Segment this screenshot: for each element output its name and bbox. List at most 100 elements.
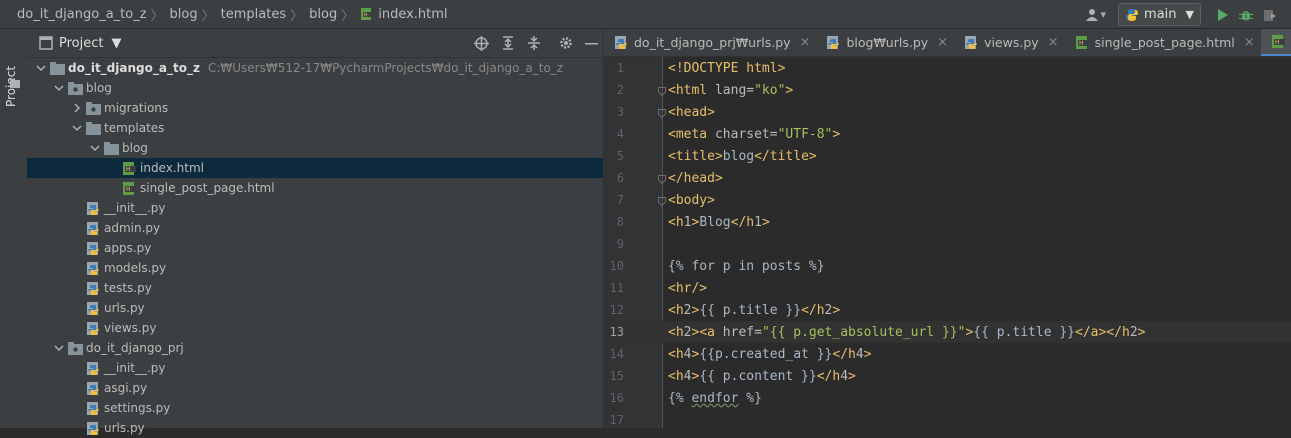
fold-marker-icon[interactable] — [658, 85, 666, 93]
editor-tab[interactable]: do_it_django_prj₩urls.py× — [604, 29, 816, 57]
fold-marker-icon[interactable] — [658, 107, 666, 115]
code-line[interactable]: 9 — [604, 233, 1291, 255]
breadcrumb-item[interactable]: blog〉 — [309, 5, 360, 24]
tree-item-label: blog — [122, 141, 148, 155]
breadcrumb-item[interactable]: blog〉 — [170, 5, 221, 24]
editor-tab[interactable]: Hindex.html× — [1261, 29, 1291, 57]
editor-tab[interactable]: blog₩urls.py× — [816, 29, 954, 57]
code-line[interactable]: 12<h2>{{ p.title }}</h2> — [604, 299, 1291, 321]
locate-button[interactable] — [474, 36, 489, 51]
breadcrumb-item[interactable]: templates〉 — [221, 5, 309, 24]
project-view-selector[interactable]: Project ▼ — [39, 36, 121, 51]
code-line[interactable]: 1<!DOCTYPE html> — [604, 57, 1291, 79]
expand-all-button[interactable] — [501, 36, 515, 50]
svg-text:H: H — [1079, 40, 1084, 47]
tree-item-label: apps.py — [104, 241, 151, 255]
tree-item[interactable]: models.py — [27, 258, 604, 278]
tree-item[interactable]: blog — [27, 78, 604, 98]
tree-item[interactable]: __init__.py — [27, 198, 604, 218]
svg-text:H: H — [126, 166, 131, 173]
code-line[interactable]: 2<html lang="ko"> — [604, 79, 1291, 101]
expand-toggle[interactable] — [87, 143, 103, 153]
chevron-down-icon[interactable] — [36, 63, 46, 73]
code-line[interactable]: 3<head> — [604, 101, 1291, 123]
user-menu-button[interactable]: ▾ — [1085, 8, 1107, 21]
code-line[interactable]: 15<h4>{{ p.content }}</h4> — [604, 365, 1291, 387]
line-number: 9 — [604, 237, 624, 251]
tree-item[interactable]: Hindex.html — [27, 158, 604, 178]
breadcrumb-label: do_it_django_a_to_z — [17, 7, 147, 22]
tree-item[interactable]: templates — [27, 118, 604, 138]
code-text: <head> — [668, 105, 715, 120]
tree-item[interactable]: do_it_django_prj — [27, 338, 604, 358]
code-line[interactable]: 16{% endfor %} — [604, 387, 1291, 409]
tree-item[interactable]: __init__.py — [27, 358, 604, 378]
code-editor[interactable]: 1<!DOCTYPE html>2<html lang="ko">3<head>… — [604, 57, 1291, 428]
editor-tab[interactable]: Hsingle_post_page.html× — [1065, 29, 1261, 57]
tree-item[interactable]: asgi.py — [27, 378, 604, 398]
tree-item[interactable]: admin.py — [27, 218, 604, 238]
code-text: <!DOCTYPE html> — [668, 61, 785, 76]
editor-tab[interactable]: views.py× — [954, 29, 1065, 57]
tree-item[interactable]: migrations — [27, 98, 604, 118]
chevron-down-icon[interactable] — [54, 343, 64, 353]
run-configuration-select[interactable]: main ▼ — [1118, 3, 1201, 26]
breadcrumb-label: templates — [221, 7, 286, 22]
expand-toggle[interactable] — [69, 123, 85, 133]
code-line[interactable]: 7<body> — [604, 189, 1291, 211]
tree-item[interactable]: settings.py — [27, 398, 604, 418]
debug-button[interactable] — [1239, 8, 1253, 22]
code-line[interactable]: 11<hr/> — [604, 277, 1291, 299]
tab-file-icon: H — [1075, 35, 1090, 50]
tree-item[interactable]: Hsingle_post_page.html — [27, 178, 604, 198]
tree-item-icon — [67, 80, 83, 96]
code-line[interactable]: 10{% for p in posts %} — [604, 255, 1291, 277]
project-tool-window-button[interactable]: Project — [4, 89, 18, 107]
close-icon[interactable]: × — [1244, 35, 1255, 50]
breadcrumb-label: index.html — [378, 7, 447, 22]
collapse-all-button[interactable] — [527, 36, 541, 50]
tree-item-label: models.py — [104, 261, 166, 275]
tree-item[interactable]: urls.py — [27, 418, 604, 438]
code-line[interactable]: 5<title>blog</title> — [604, 145, 1291, 167]
chevron-down-icon[interactable] — [54, 83, 64, 93]
run-button[interactable] — [1215, 8, 1229, 22]
tree-item-label: tests.py — [104, 281, 152, 295]
run-with-coverage-button[interactable] — [1263, 8, 1277, 22]
close-icon[interactable]: × — [800, 35, 811, 50]
chevron-down-icon[interactable] — [72, 123, 82, 133]
tree-item[interactable]: blog — [27, 138, 604, 158]
coverage-icon — [1263, 8, 1277, 22]
fold-marker-icon[interactable] — [658, 195, 666, 203]
chevron-down-icon[interactable] — [90, 143, 100, 153]
code-line[interactable]: 14<h4>{{p.created_at }}</h4> — [604, 343, 1291, 365]
code-line[interactable]: 4<meta charset="UTF-8"> — [604, 123, 1291, 145]
html-file-icon: H — [122, 161, 137, 176]
hide-panel-button[interactable] — [585, 37, 598, 50]
expand-toggle[interactable] — [33, 63, 49, 73]
code-line[interactable]: 8<h1>Blog</h1> — [604, 211, 1291, 233]
tree-item-label: admin.py — [104, 221, 160, 235]
python-icon — [1125, 8, 1139, 22]
code-text: <h1>Blog</h1> — [668, 215, 770, 230]
breadcrumb-item[interactable]: H index.html — [360, 7, 447, 22]
tree-item[interactable]: tests.py — [27, 278, 604, 298]
expand-toggle[interactable] — [51, 343, 67, 353]
fold-marker-icon[interactable] — [658, 173, 666, 181]
breadcrumb-item[interactable]: do_it_django_a_to_z〉 — [17, 5, 170, 24]
tree-item[interactable]: apps.py — [27, 238, 604, 258]
python-file-icon — [86, 401, 101, 416]
tree-item[interactable]: views.py — [27, 318, 604, 338]
close-icon[interactable]: × — [937, 35, 948, 50]
tree-item-label: blog — [86, 81, 112, 95]
tree-item[interactable]: do_it_django_a_to_zC:₩Users₩512-17₩Pycha… — [27, 58, 604, 78]
expand-toggle[interactable] — [69, 103, 85, 113]
settings-button[interactable] — [559, 36, 573, 50]
close-icon[interactable]: × — [1048, 35, 1059, 50]
code-line[interactable]: 13<h2><a href="{{ p.get_absolute_url }}"… — [604, 321, 1291, 343]
chevron-right-icon[interactable] — [72, 103, 82, 113]
expand-toggle[interactable] — [51, 83, 67, 93]
code-line[interactable]: 6</head> — [604, 167, 1291, 189]
tree-item[interactable]: urls.py — [27, 298, 604, 318]
tree-item-icon — [85, 200, 101, 216]
